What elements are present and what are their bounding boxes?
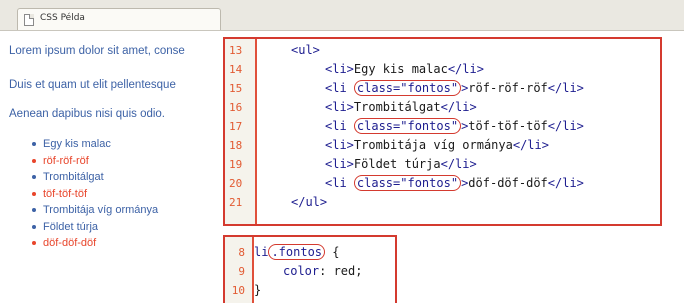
code-line: 8 li .fontos { (225, 243, 395, 262)
code-line: 21 </ul> (225, 193, 660, 212)
bullet-icon (32, 241, 36, 245)
code-content: <li>Egy kis malac</li> (325, 60, 484, 79)
code-line: 13 <ul> (225, 41, 660, 60)
css-value: : red; (319, 264, 363, 278)
list-item-text: töf-töf-töf (43, 187, 88, 200)
list-item-text: Földet túrja (43, 220, 99, 233)
tag: <li (325, 119, 354, 133)
bullet-icon (32, 175, 36, 179)
line-number: 14 (229, 63, 243, 76)
tag: <li (325, 176, 354, 190)
class-attribute-highlight: class="fontos" (353, 175, 462, 191)
line-number: 20 (229, 177, 243, 190)
bullet-icon (32, 208, 36, 212)
line-number: 10 (231, 284, 245, 297)
browser-tab[interactable]: CSS Példa (17, 8, 221, 30)
line-number: 18 (229, 139, 243, 152)
code-line: 9 color: red; (225, 262, 395, 281)
tag: <ul> (291, 43, 320, 57)
brace: { (325, 245, 340, 259)
list-item-text: Trombitája víg ormánya (43, 204, 159, 216)
code-content: <li class="fontos" >röf-röf-röf</li> (325, 79, 584, 98)
text: Földet túrja (353, 157, 441, 171)
tag: <li> (325, 62, 354, 76)
code-line: 16 <li>Trombitálgat</li> (225, 98, 660, 117)
brace: } (254, 283, 262, 297)
code-content: } (254, 281, 261, 300)
code-content: color: red; (283, 262, 362, 281)
tab-bar: CSS Példa (0, 0, 684, 31)
text: döf-döf-döf (468, 176, 548, 190)
list-item-text: röf-röf-röf (43, 154, 89, 167)
tag: <li> (325, 100, 354, 114)
line-number: 8 (238, 246, 245, 259)
tab-title: CSS Példa (40, 13, 85, 23)
css-code-panel: 8 li .fontos { 9 color: red; 10 } (223, 235, 397, 303)
css-property: color (283, 264, 320, 278)
code-content: <li>Trombitája víg ormánya</li> (325, 136, 549, 155)
tag: <li> (325, 157, 354, 171)
tag: </li> (512, 138, 549, 152)
tag: </li> (440, 157, 477, 171)
list-item-important: döf-döf-döf (28, 235, 158, 252)
text: töf-töf-töf (468, 119, 548, 133)
code-content: <li class="fontos" >töf-töf-töf</li> (325, 117, 584, 136)
tag: </li> (440, 100, 477, 114)
list-item-important: töf-töf-töf (28, 186, 158, 203)
line-number: 17 (229, 120, 243, 133)
code-content: </ul> (291, 193, 327, 212)
bullet-icon (32, 224, 36, 229)
code-line: 14 <li>Egy kis malac</li> (225, 60, 660, 79)
class-attribute-highlight: class="fontos" (353, 80, 462, 96)
html-code-panel: 13 <ul> 14 <li>Egy kis malac</li> 15 <li… (223, 37, 662, 226)
text: Egy kis malac (353, 62, 448, 76)
list-item-text: Trombitálgat (43, 171, 104, 183)
list-item: Egy kis malac (28, 136, 158, 153)
line-number: 16 (229, 101, 243, 114)
page-icon (24, 14, 34, 26)
line-number: 13 (229, 44, 243, 57)
code-line: 15 <li class="fontos" >röf-röf-röf</li> (225, 79, 660, 98)
line-number: 9 (238, 265, 245, 278)
bullet-icon (32, 191, 36, 196)
code-line: 19 <li>Földet túrja</li> (225, 155, 660, 174)
bullet-icon (32, 142, 36, 146)
list-item: Trombitája víg ormánya (28, 202, 158, 219)
code-content: <ul> (291, 41, 320, 60)
paragraph: Aenean dapibus nisi quis odio. (9, 108, 166, 120)
paragraph: Duis et quam ut elit pellentesque (9, 79, 176, 91)
line-number: 15 (229, 82, 243, 95)
text: Trombitája víg ormánya (353, 138, 513, 152)
tag: </li> (547, 119, 584, 133)
list-item: Trombitálgat (28, 169, 158, 186)
list-item-text: Egy kis malac (43, 138, 111, 150)
text: röf-röf-röf (468, 81, 548, 95)
tag: </ul> (291, 195, 328, 209)
code-content: li .fontos { (254, 243, 339, 262)
tag: <li (325, 81, 354, 95)
code-line: 20 <li class="fontos" >döf-döf-döf</li> (225, 174, 660, 193)
paragraph: Lorem ipsum dolor sit amet, conse (9, 45, 185, 57)
list-item-text: döf-döf-döf (43, 237, 97, 249)
class-selector-highlight: .fontos (268, 244, 326, 260)
line-number: 19 (229, 158, 243, 171)
tag: </li> (547, 176, 584, 190)
code-content: <li class="fontos" >döf-döf-döf</li> (325, 174, 584, 193)
code-line: 18 <li>Trombitája víg ormánya</li> (225, 136, 660, 155)
tag: </li> (447, 62, 484, 76)
tag: </li> (547, 81, 584, 95)
bullet-list: Egy kis malac röf-röf-röf Trombitálgat t… (28, 136, 158, 252)
class-attribute-highlight: class="fontos" (353, 118, 462, 134)
code-line: 10 } (225, 281, 395, 300)
list-item: Földet túrja (28, 219, 158, 236)
code-content: <li>Trombitálgat</li> (325, 98, 477, 117)
code-content: <li>Földet túrja</li> (325, 155, 477, 174)
code-line: 17 <li class="fontos" >töf-töf-töf</li> (225, 117, 660, 136)
text: Trombitálgat (353, 100, 441, 114)
tag: <li> (325, 138, 354, 152)
list-item-important: röf-röf-röf (28, 153, 158, 170)
line-number: 21 (229, 196, 243, 209)
bullet-icon (32, 158, 36, 163)
css-selector: li (254, 245, 269, 259)
